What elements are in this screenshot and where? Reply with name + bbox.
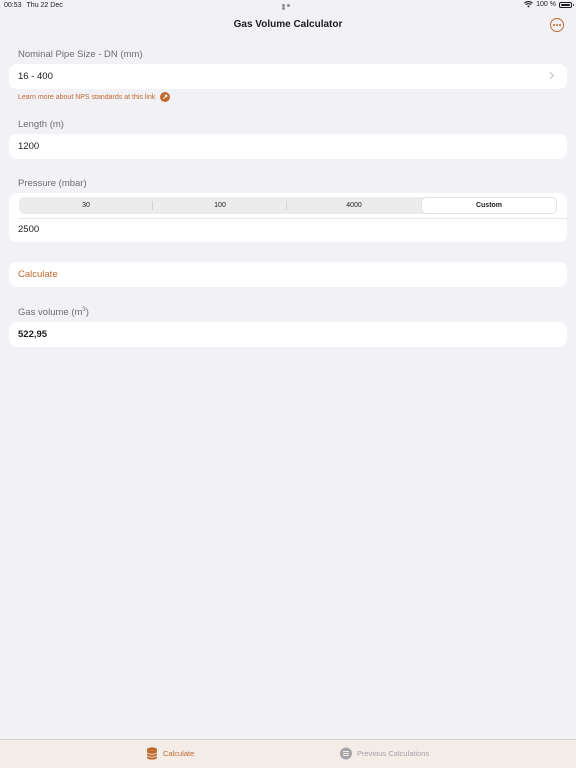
page-title: Gas Volume Calculator	[233, 19, 343, 30]
status-date: Thu 22 Dec	[26, 2, 63, 9]
battery-icon	[559, 1, 574, 8]
nps-link-text: Learn more about NPS standards at this l…	[18, 93, 156, 101]
link-icon	[160, 92, 171, 102]
pressure-label: Pressure (mbar)	[18, 178, 87, 189]
pressure-segmented-control: 30 100 4000 Custom	[19, 197, 557, 214]
tab-calculate-label: Calculate	[163, 749, 195, 758]
divider	[18, 218, 567, 219]
cylinder-stack-icon	[146, 747, 158, 760]
length-value: 1200	[18, 141, 40, 152]
chevron-right-icon	[549, 71, 555, 80]
pipe-size-picker[interactable]: 16 - 400	[9, 64, 567, 89]
status-bar: 00:53 Thu 22 Dec 100 %	[0, 0, 576, 12]
calculate-button[interactable]: Calculate	[9, 262, 567, 287]
multitasking-dots-icon[interactable]	[282, 4, 294, 10]
ellipsis-circle-icon	[552, 24, 555, 26]
pressure-option-100[interactable]: 100	[153, 197, 287, 214]
more-options-button[interactable]	[550, 18, 564, 32]
pressure-custom-field[interactable]: 2500	[18, 224, 39, 235]
list-circle-icon	[340, 747, 352, 760]
status-time: 00:53	[4, 2, 22, 9]
pressure-option-4000[interactable]: 4000	[287, 197, 421, 214]
length-label: Length (m)	[18, 119, 64, 130]
tab-bar: Calculate Previous Calculations	[0, 739, 576, 768]
length-field[interactable]: 1200	[9, 134, 567, 159]
wifi-icon	[524, 1, 534, 8]
calculate-label: Calculate	[18, 269, 58, 280]
tab-previous-calculations[interactable]: Previous Calculations	[340, 747, 429, 760]
gas-volume-result: 522,95	[9, 322, 567, 347]
gas-volume-label: Gas volume (m3)	[18, 307, 89, 319]
tab-calculate[interactable]: Calculate	[146, 747, 194, 760]
gas-volume-value: 522,95	[18, 329, 48, 340]
pressure-card: 30 100 4000 Custom 2500	[9, 193, 567, 242]
status-right: 100 %	[524, 1, 574, 8]
tab-previous-label: Previous Calculations	[357, 749, 430, 758]
pipe-size-label: Nominal Pipe Size - DN (mm)	[18, 49, 143, 60]
battery-percent: 100 %	[536, 1, 556, 8]
nps-standards-link[interactable]: Learn more about NPS standards at this l…	[18, 92, 171, 102]
pipe-size-value: 16 - 400	[18, 71, 53, 82]
pressure-option-custom[interactable]: Custom	[422, 198, 556, 213]
status-left: 00:53 Thu 22 Dec	[4, 2, 63, 9]
pressure-option-30[interactable]: 30	[19, 197, 153, 214]
